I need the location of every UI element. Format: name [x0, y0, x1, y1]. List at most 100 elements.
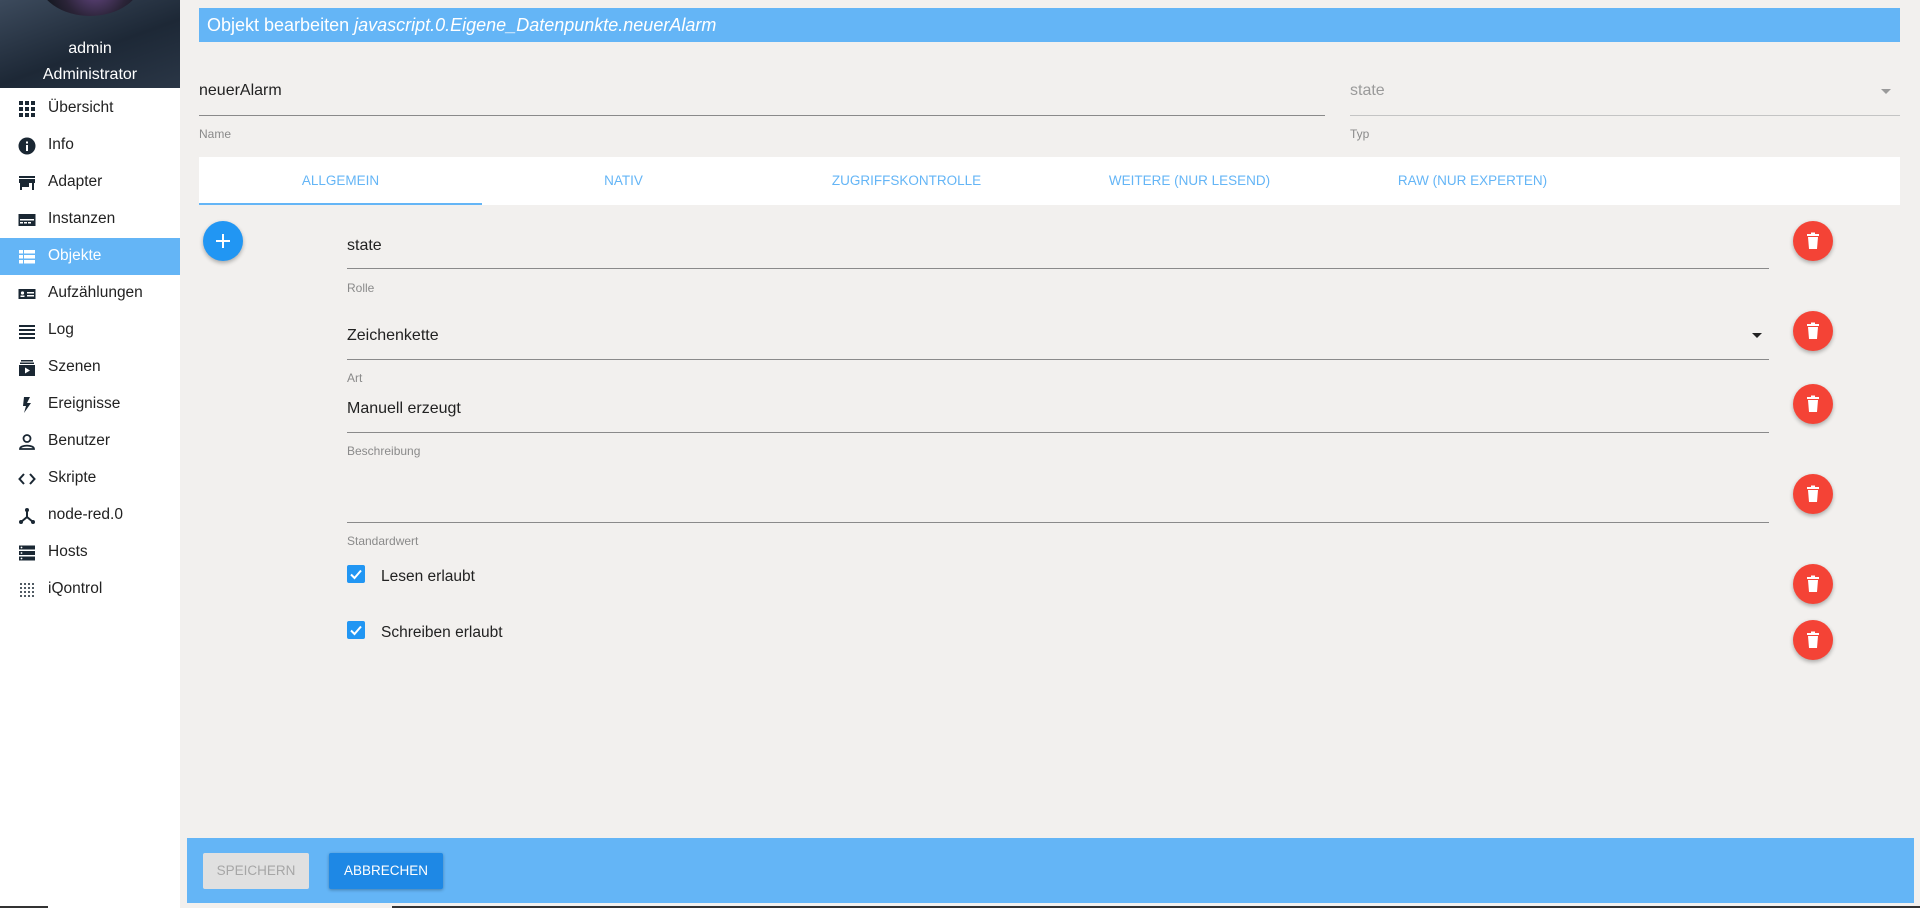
role-field[interactable]: [347, 225, 1769, 269]
type-select[interactable]: [1350, 76, 1900, 116]
write-checkbox[interactable]: [347, 621, 365, 639]
sidebar-item-ereignisse[interactable]: Ereignisse: [0, 386, 180, 423]
sidebar-item-label: Hosts: [48, 543, 88, 560]
delete-read-button[interactable]: [1793, 564, 1833, 604]
role-label: Rolle: [347, 281, 375, 295]
sidebar-item-label: Adapter: [48, 173, 103, 190]
name-field[interactable]: [199, 76, 1325, 116]
tab-allgemein[interactable]: ALLGEMEIN: [199, 157, 482, 205]
sidebar-item-label: Log: [48, 321, 74, 338]
apps-grid-icon: [18, 100, 36, 118]
save-button[interactable]: SPEICHERN: [203, 853, 309, 889]
sidebar-item-iqontrol[interactable]: iQontrol: [0, 571, 180, 608]
sidebar-item-objekte[interactable]: Objekte: [0, 238, 180, 275]
delete-art-button[interactable]: [1793, 311, 1833, 351]
tab-zugriffskontrolle[interactable]: ZUGRIFFSKONTROLLE: [765, 157, 1048, 205]
instances-icon: [18, 211, 36, 229]
trash-icon: [1807, 322, 1819, 339]
sidebar-item-label: iQontrol: [48, 580, 103, 597]
sidebar-item-node-red[interactable]: node-red.0: [0, 497, 180, 534]
sidebar-item-label: Benutzer: [48, 432, 111, 449]
read-checkbox-label: Lesen erlaubt: [381, 568, 475, 585]
read-checkbox[interactable]: [347, 565, 365, 583]
delete-description-button[interactable]: [1793, 384, 1833, 424]
log-icon: [18, 322, 36, 340]
info-icon: [18, 137, 36, 155]
dialog-title: Objekt bearbeiten javascript.0.Eigene_Da…: [199, 8, 1900, 42]
sidebar-item-label: Objekte: [48, 247, 102, 264]
sidebar-item-label: Ereignisse: [48, 395, 121, 412]
name-value: neuerAlarm: [199, 82, 282, 99]
node-red-icon: [18, 507, 36, 525]
sidebar-item-adapter[interactable]: Adapter: [0, 164, 180, 201]
tab-nativ[interactable]: NATIV: [482, 157, 765, 205]
sidebar-item-szenen[interactable]: Szenen: [0, 349, 180, 386]
sidebar-item-label: Aufzählungen: [48, 284, 143, 301]
tab-weitere[interactable]: WEITERE (NUR LESEND): [1048, 157, 1331, 205]
art-label: Art: [347, 371, 363, 385]
sidebar-item-benutzer[interactable]: Benutzer: [0, 423, 180, 460]
dialog-title-prefix: Objekt bearbeiten: [207, 15, 350, 35]
tab-bar: ALLGEMEIN NATIV ZUGRIFFSKONTROLLE WEITER…: [199, 157, 1900, 205]
sidebar-item-label: Skripte: [48, 469, 97, 486]
sidebar-nav: Übersicht Info Adapter Instanzen Objekte…: [0, 90, 180, 608]
check-icon: [350, 569, 362, 580]
avatar[interactable]: [38, 0, 142, 16]
cancel-button[interactable]: ABBRECHEN: [329, 853, 443, 889]
dots-grid-icon: [18, 581, 36, 599]
dialog-footer: SPEICHERN ABBRECHEN: [187, 838, 1914, 903]
role-value: state: [347, 237, 382, 254]
sidebar: admin Administrator Übersicht Info Adapt…: [0, 0, 180, 908]
user-header: admin Administrator: [0, 0, 180, 88]
description-label: Beschreibung: [347, 444, 421, 458]
sidebar-item-uebersicht[interactable]: Übersicht: [0, 90, 180, 127]
tab-indicator: [199, 203, 482, 205]
art-value: Zeichenkette: [347, 327, 439, 344]
hosts-icon: [18, 544, 36, 562]
delete-role-button[interactable]: [1793, 221, 1833, 261]
bolt-icon: [18, 396, 36, 414]
description-field[interactable]: [347, 388, 1769, 433]
sidebar-item-label: Szenen: [48, 358, 101, 375]
scenes-icon: [18, 359, 36, 377]
sidebar-item-info[interactable]: Info: [0, 127, 180, 164]
write-checkbox-label: Schreiben erlaubt: [381, 624, 503, 641]
type-value: state: [1350, 82, 1385, 99]
description-value: Manuell erzeugt: [347, 400, 461, 417]
sidebar-item-hosts[interactable]: Hosts: [0, 534, 180, 571]
sidebar-item-label: Instanzen: [48, 210, 116, 227]
check-icon: [350, 625, 362, 636]
default-value-field[interactable]: [347, 478, 1769, 523]
art-select[interactable]: [347, 315, 1769, 360]
chevron-down-icon: [1752, 333, 1762, 338]
user-name: admin: [68, 40, 112, 57]
trash-icon: [1807, 395, 1819, 412]
trash-icon: [1807, 232, 1819, 249]
chevron-down-icon: [1881, 89, 1891, 94]
sidebar-item-skripte[interactable]: Skripte: [0, 460, 180, 497]
sidebar-item-label: node-red.0: [48, 506, 123, 523]
code-icon: [18, 470, 36, 488]
default-value-label: Standardwert: [347, 534, 419, 548]
sidebar-item-log[interactable]: Log: [0, 312, 180, 349]
sidebar-item-instanzen[interactable]: Instanzen: [0, 201, 180, 238]
name-label: Name: [199, 127, 232, 141]
trash-icon: [1807, 575, 1819, 592]
list-icon: [18, 248, 36, 266]
object-id: javascript.0.Eigene_Datenpunkte.neuerAla…: [354, 15, 717, 35]
store-icon: [18, 174, 36, 192]
sidebar-item-label: Übersicht: [48, 99, 114, 116]
user-icon: [18, 433, 36, 451]
trash-icon: [1807, 485, 1819, 502]
sidebar-item-aufzaehlungen[interactable]: Aufzählungen: [0, 275, 180, 312]
sidebar-item-label: Info: [48, 136, 74, 153]
delete-write-button[interactable]: [1793, 620, 1833, 660]
delete-default-value-button[interactable]: [1793, 474, 1833, 514]
tab-raw[interactable]: RAW (NUR EXPERTEN): [1331, 157, 1614, 205]
add-field-button[interactable]: [203, 221, 243, 261]
trash-icon: [1807, 631, 1819, 648]
plus-icon: [216, 234, 230, 248]
enum-icon: [18, 285, 36, 303]
type-label: Typ: [1350, 127, 1370, 141]
user-role: Administrator: [42, 66, 138, 83]
